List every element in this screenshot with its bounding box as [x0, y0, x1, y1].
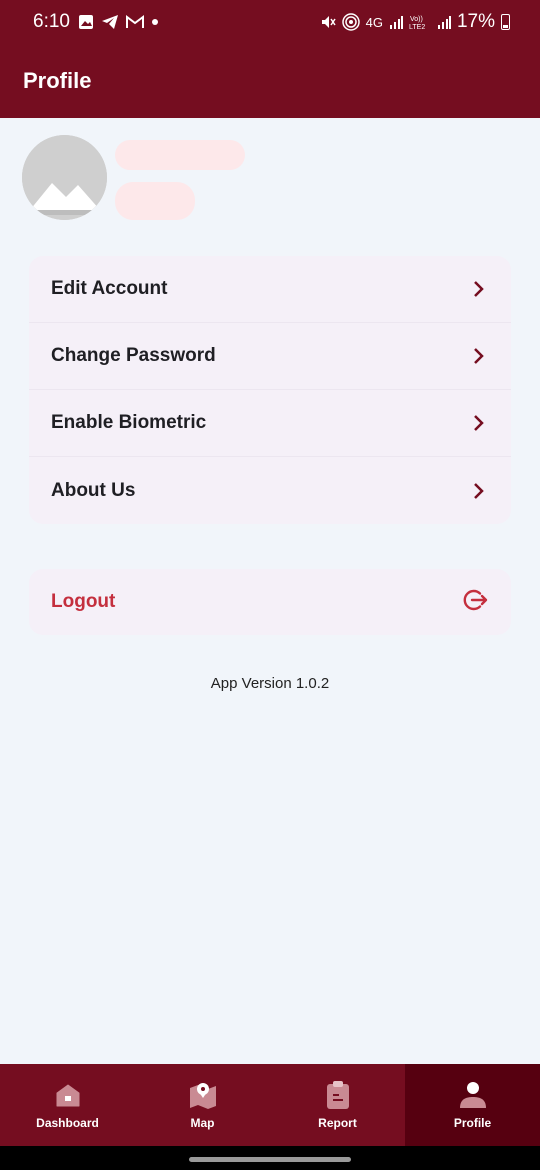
hotspot-icon: [341, 13, 360, 31]
svg-text:LTE2: LTE2: [409, 24, 425, 30]
bottom-nav: Dashboard Map Report Profile: [0, 1064, 540, 1146]
status-right: 4G Vo)) LTE2 17%: [320, 11, 510, 33]
menu-item-change-password[interactable]: Change Password: [29, 323, 511, 390]
logout-button[interactable]: Logout: [29, 569, 511, 635]
system-nav-bar: [0, 1146, 540, 1170]
menu-item-about-us[interactable]: About Us: [29, 457, 511, 524]
menu-item-label: Change Password: [51, 345, 216, 366]
app-version: App Version 1.0.2: [210, 675, 330, 692]
battery-icon: [501, 14, 510, 30]
chevron-right-icon: [469, 413, 489, 433]
battery-percent: 17%: [456, 11, 495, 32]
status-left-icons: [78, 14, 159, 30]
svg-text:Vo)): Vo)): [410, 16, 423, 23]
dot-icon: [151, 19, 158, 25]
user-name: [115, 140, 245, 170]
telegram-icon: [101, 15, 118, 29]
logout-label: Logout: [51, 591, 116, 612]
image-placeholder-icon: [22, 135, 107, 220]
nav-label: Profile: [453, 1116, 492, 1130]
gmail-icon: [125, 15, 144, 28]
home-icon: [53, 1080, 83, 1110]
status-time: 6:10: [33, 11, 70, 32]
map-icon: [188, 1080, 218, 1110]
clipboard-icon: [323, 1080, 353, 1110]
nav-label: Report: [318, 1116, 357, 1130]
nav-item-map[interactable]: Map: [135, 1064, 270, 1146]
menu-item-edit-account[interactable]: Edit Account: [29, 256, 511, 323]
menu-item-label: Enable Biometric: [51, 412, 207, 433]
chevron-right-icon: [469, 279, 489, 299]
menu-item-label: About Us: [51, 479, 136, 501]
nav-item-dashboard[interactable]: Dashboard: [0, 1064, 135, 1146]
app-bar: Profile: [0, 44, 540, 118]
chevron-right-icon: [469, 481, 489, 501]
home-gesture-handle[interactable]: [189, 1157, 351, 1162]
nav-item-profile[interactable]: Profile: [405, 1064, 540, 1146]
mute-icon: [321, 16, 336, 28]
menu-item-label: Edit Account: [51, 278, 168, 299]
page-title: Profile: [23, 68, 92, 93]
status-bar: 6:10 4G Vo)) LTE2 17%: [0, 0, 540, 44]
signal-icon: [437, 16, 451, 29]
signal-icon: [389, 16, 403, 29]
logout-icon: [461, 586, 489, 619]
avatar: [22, 135, 107, 220]
user-subtitle: [115, 182, 195, 220]
person-icon: [458, 1080, 488, 1110]
network-type: 4G: [365, 14, 383, 30]
menu-item-enable-biometric[interactable]: Enable Biometric: [29, 390, 511, 457]
volte-icon: Vo))LTE2: [409, 16, 425, 30]
gallery-icon: [78, 15, 93, 29]
nav-item-report[interactable]: Report: [270, 1064, 405, 1146]
chevron-right-icon: [469, 346, 489, 366]
settings-menu: Edit Account Change Password Enable Biom…: [29, 256, 511, 524]
nav-label: Dashboard: [36, 1116, 99, 1130]
nav-label: Map: [190, 1116, 215, 1130]
